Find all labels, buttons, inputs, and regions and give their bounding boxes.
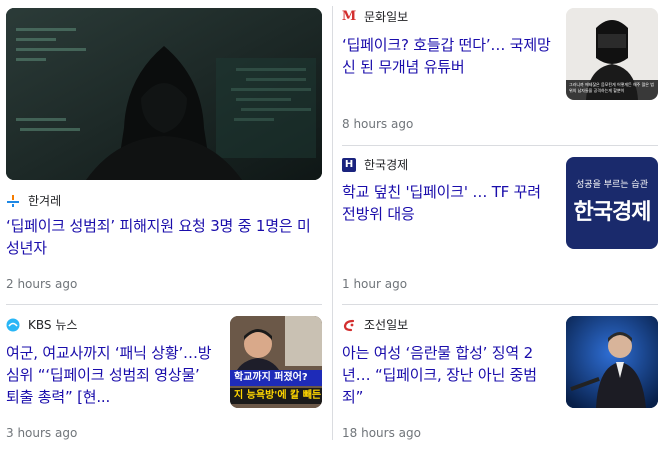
source-name: KBS 뉴스 [28, 318, 78, 332]
article-headline[interactable]: 학교 덮친 '딥페이크' … TF 꾸려 전방위 대응 [342, 181, 552, 225]
article-time: 8 hours ago [342, 117, 414, 131]
chosun-logo-icon [342, 318, 356, 332]
source-name: 한겨레 [28, 194, 62, 208]
hacker-image [6, 8, 322, 180]
news-card-munhwa[interactable]: M 문화일보 ‘딥페이크? 호들갑 떤다’… 국제망신 된 무개념 유튜버 8 … [332, 0, 665, 145]
source-label: H 한국경제 [342, 156, 408, 173]
source-name: 한국경제 [364, 158, 409, 172]
article-time: 18 hours ago [342, 426, 421, 440]
hankyung-logo-icon: H [342, 157, 356, 172]
thumbnail-brand: 한국경제 [573, 199, 652, 225]
article-headline[interactable]: 아는 여성 ‘음란물 합성’ 징역 2년… “딥페이크, 장난 아닌 중범죄” [342, 342, 552, 408]
source-label: M 문화일보 [342, 8, 408, 25]
news-card-hankyung[interactable]: H 한국경제 학교 덮친 '딥페이크' … TF 꾸려 전방위 대응 1 hou… [332, 145, 665, 304]
article-thumbnail[interactable]: 성공을 부르는 습관 한국경제 [566, 157, 658, 249]
article-thumbnail[interactable] [566, 316, 658, 408]
news-card-kbs[interactable]: KBS 뉴스 여군, 여교사까지 ‘패닉 상황’…방심위 “‘딥페이크 성범죄 … [0, 304, 332, 449]
article-time: 1 hour ago [342, 277, 408, 291]
source-label: 한겨레 [6, 192, 61, 209]
article-headline[interactable]: ‘딥페이크? 호들갑 떤다’… 국제망신 된 무개념 유튜버 [342, 34, 552, 78]
thumbnail-tagline: 성공을 부르는 습관 [576, 180, 648, 190]
thumbnail-caption: 그러니까 에테잖은 음모된게 어떻게든 해주 많은 범위의 남자들을 공격하는게… [569, 82, 654, 93]
news-card-hankyoreh[interactable]: 한겨레 ‘딥페이크 성범죄’ 피해지원 요청 3명 중 1명은 미성년자 2 h… [0, 0, 332, 304]
article-headline[interactable]: ‘딥페이크 성범죄’ 피해지원 요청 3명 중 1명은 미성년자 [6, 215, 322, 259]
article-time: 3 hours ago [6, 426, 78, 440]
article-thumbnail[interactable]: 그러니까 에테잖은 음모된게 어떻게든 해주 많은 범위의 남자들을 공격하는게… [566, 8, 658, 100]
thumbnail-caption-2: 지 능욕방'에 칼 빼든 [230, 388, 322, 404]
source-label: 조선일보 [342, 316, 408, 333]
article-thumbnail[interactable] [6, 8, 322, 180]
source-name: 문화일보 [364, 10, 409, 24]
thumbnail-caption-1: 학교까지 퍼졌어? [230, 370, 322, 386]
news-card-chosun[interactable]: 조선일보 아는 여성 ‘음란물 합성’ 징역 2년… “딥페이크, 장난 아닌 … [332, 304, 665, 449]
hankyoreh-logo-icon [6, 194, 20, 208]
kbs-logo-icon [6, 318, 20, 332]
speaker-image [566, 316, 658, 408]
source-label: KBS 뉴스 [6, 316, 77, 333]
article-time: 2 hours ago [6, 277, 78, 291]
munhwa-logo-icon: M [341, 9, 357, 24]
article-headline[interactable]: 여군, 여교사까지 ‘패닉 상황’…방심위 “‘딥페이크 성범죄 영상물’ 퇴출… [6, 342, 216, 408]
source-name: 조선일보 [364, 318, 409, 332]
article-thumbnail[interactable]: 학교까지 퍼졌어? 지 능욕방'에 칼 빼든 [230, 316, 322, 408]
